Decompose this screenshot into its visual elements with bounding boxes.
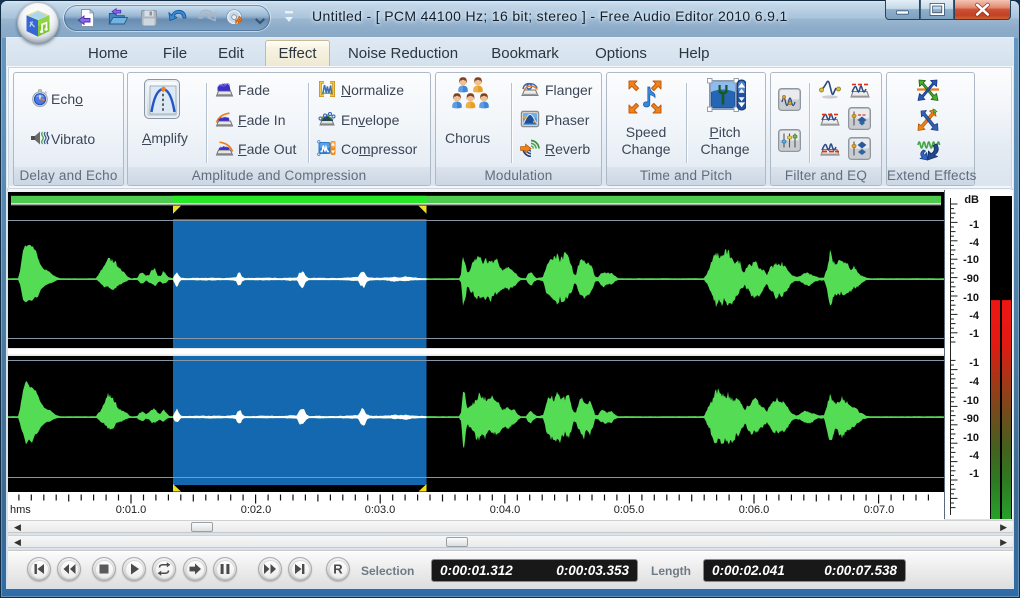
svg-text:R: R (333, 562, 343, 577)
